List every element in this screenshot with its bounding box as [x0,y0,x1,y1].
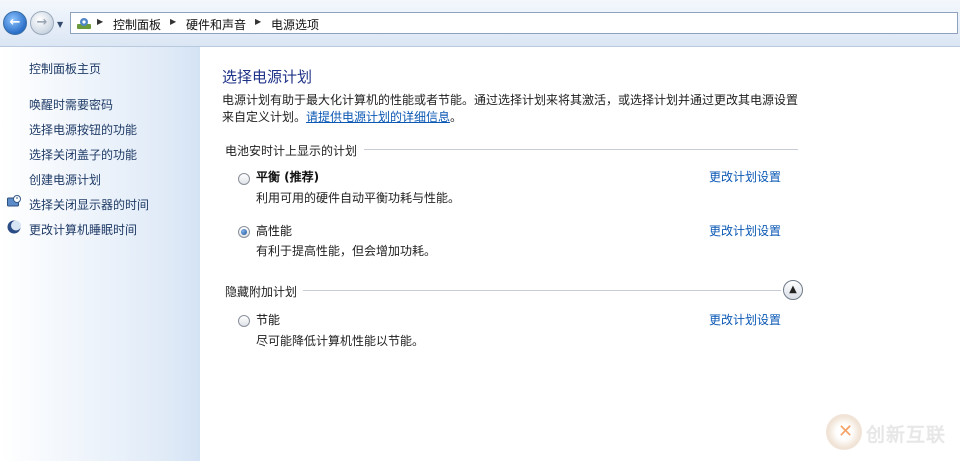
breadcrumb-separator-icon[interactable]: ▶ [170,17,176,26]
plan-name-power-saver: 节能 [256,313,281,327]
sidebar-item-lid-close[interactable]: 选择关闭盖子的功能 [29,146,137,163]
sidebar-item-create-plan[interactable]: 创建电源计划 [29,171,101,188]
sidebar-item-sleep-time[interactable]: 更改计算机睡眠时间 [29,221,137,238]
page-description: 电源计划有助于最大化计算机的性能或者节能。通过选择计划来将其激活，或选择计划并通… [222,92,807,126]
breadcrumb-separator-icon[interactable]: ▶ [97,17,103,26]
breadcrumb-separator-icon[interactable]: ▶ [255,17,261,26]
sidebar-item-require-password[interactable]: 唤醒时需要密码 [29,96,113,113]
sidebar-item-display-off-time[interactable]: 选择关闭显示器的时间 [29,196,149,213]
radio-high-performance[interactable] [238,226,250,238]
plan-desc-power-saver: 尽可能降低计算机性能以节能。 [256,334,425,348]
sidebar-item-power-button[interactable]: 选择电源按钮的功能 [29,121,137,138]
page-title: 选择电源计划 [222,68,313,86]
plan-details-link[interactable]: 请提供电源计划的详细信息 [306,110,450,124]
change-plan-settings-high-performance[interactable]: 更改计划设置 [709,222,781,239]
plan-desc-balanced: 利用可用的硬件自动平衡功耗与性能。 [256,191,461,205]
plan-name-balanced: 平衡 (推荐) [256,170,320,184]
breadcrumb-hardware-sound[interactable]: 硬件和声音 [186,16,246,33]
group-divider [303,290,781,291]
sidebar-item-control-panel-home[interactable]: 控制面板主页 [29,60,101,77]
breadcrumb-control-panel[interactable]: 控制面板 [113,16,161,33]
change-plan-settings-balanced[interactable]: 更改计划设置 [709,168,781,185]
address-bar: ← → ▼ ▶ 控制面板 ▶ 硬件和声音 ▶ 电源选项 [0,0,960,47]
radio-power-saver[interactable] [238,315,250,327]
group-battery-plans: 电池安时计上显示的计划 [225,144,358,158]
radio-balanced[interactable] [238,173,250,185]
sleep-moon-icon [7,220,21,234]
group-hidden-plans: 隐藏附加计划 [225,285,298,299]
breadcrumb-power-options[interactable]: 电源选项 [271,16,319,33]
back-button[interactable]: ← [3,11,27,35]
watermark-text: 创新互联 [866,424,947,446]
display-timer-icon [7,195,21,207]
forward-button[interactable]: → [30,11,54,35]
back-arrow-icon: ← [9,15,21,30]
plan-name-high-performance: 高性能 [256,224,293,238]
breadcrumb[interactable]: ▶ 控制面板 ▶ 硬件和声音 ▶ 电源选项 [70,12,958,34]
change-plan-settings-power-saver[interactable]: 更改计划设置 [709,311,781,328]
description-end: 。 [450,110,463,124]
plan-desc-high-performance: 有利于提高性能，但会增加功耗。 [256,244,437,258]
history-dropdown-icon[interactable]: ▼ [57,20,63,29]
collapse-chevron-icon[interactable]: ▲ [783,280,803,300]
forward-arrow-icon: → [36,15,48,30]
group-divider [364,149,798,150]
control-panel-icon [77,18,91,29]
watermark-mark-icon: ✕ [838,421,854,442]
